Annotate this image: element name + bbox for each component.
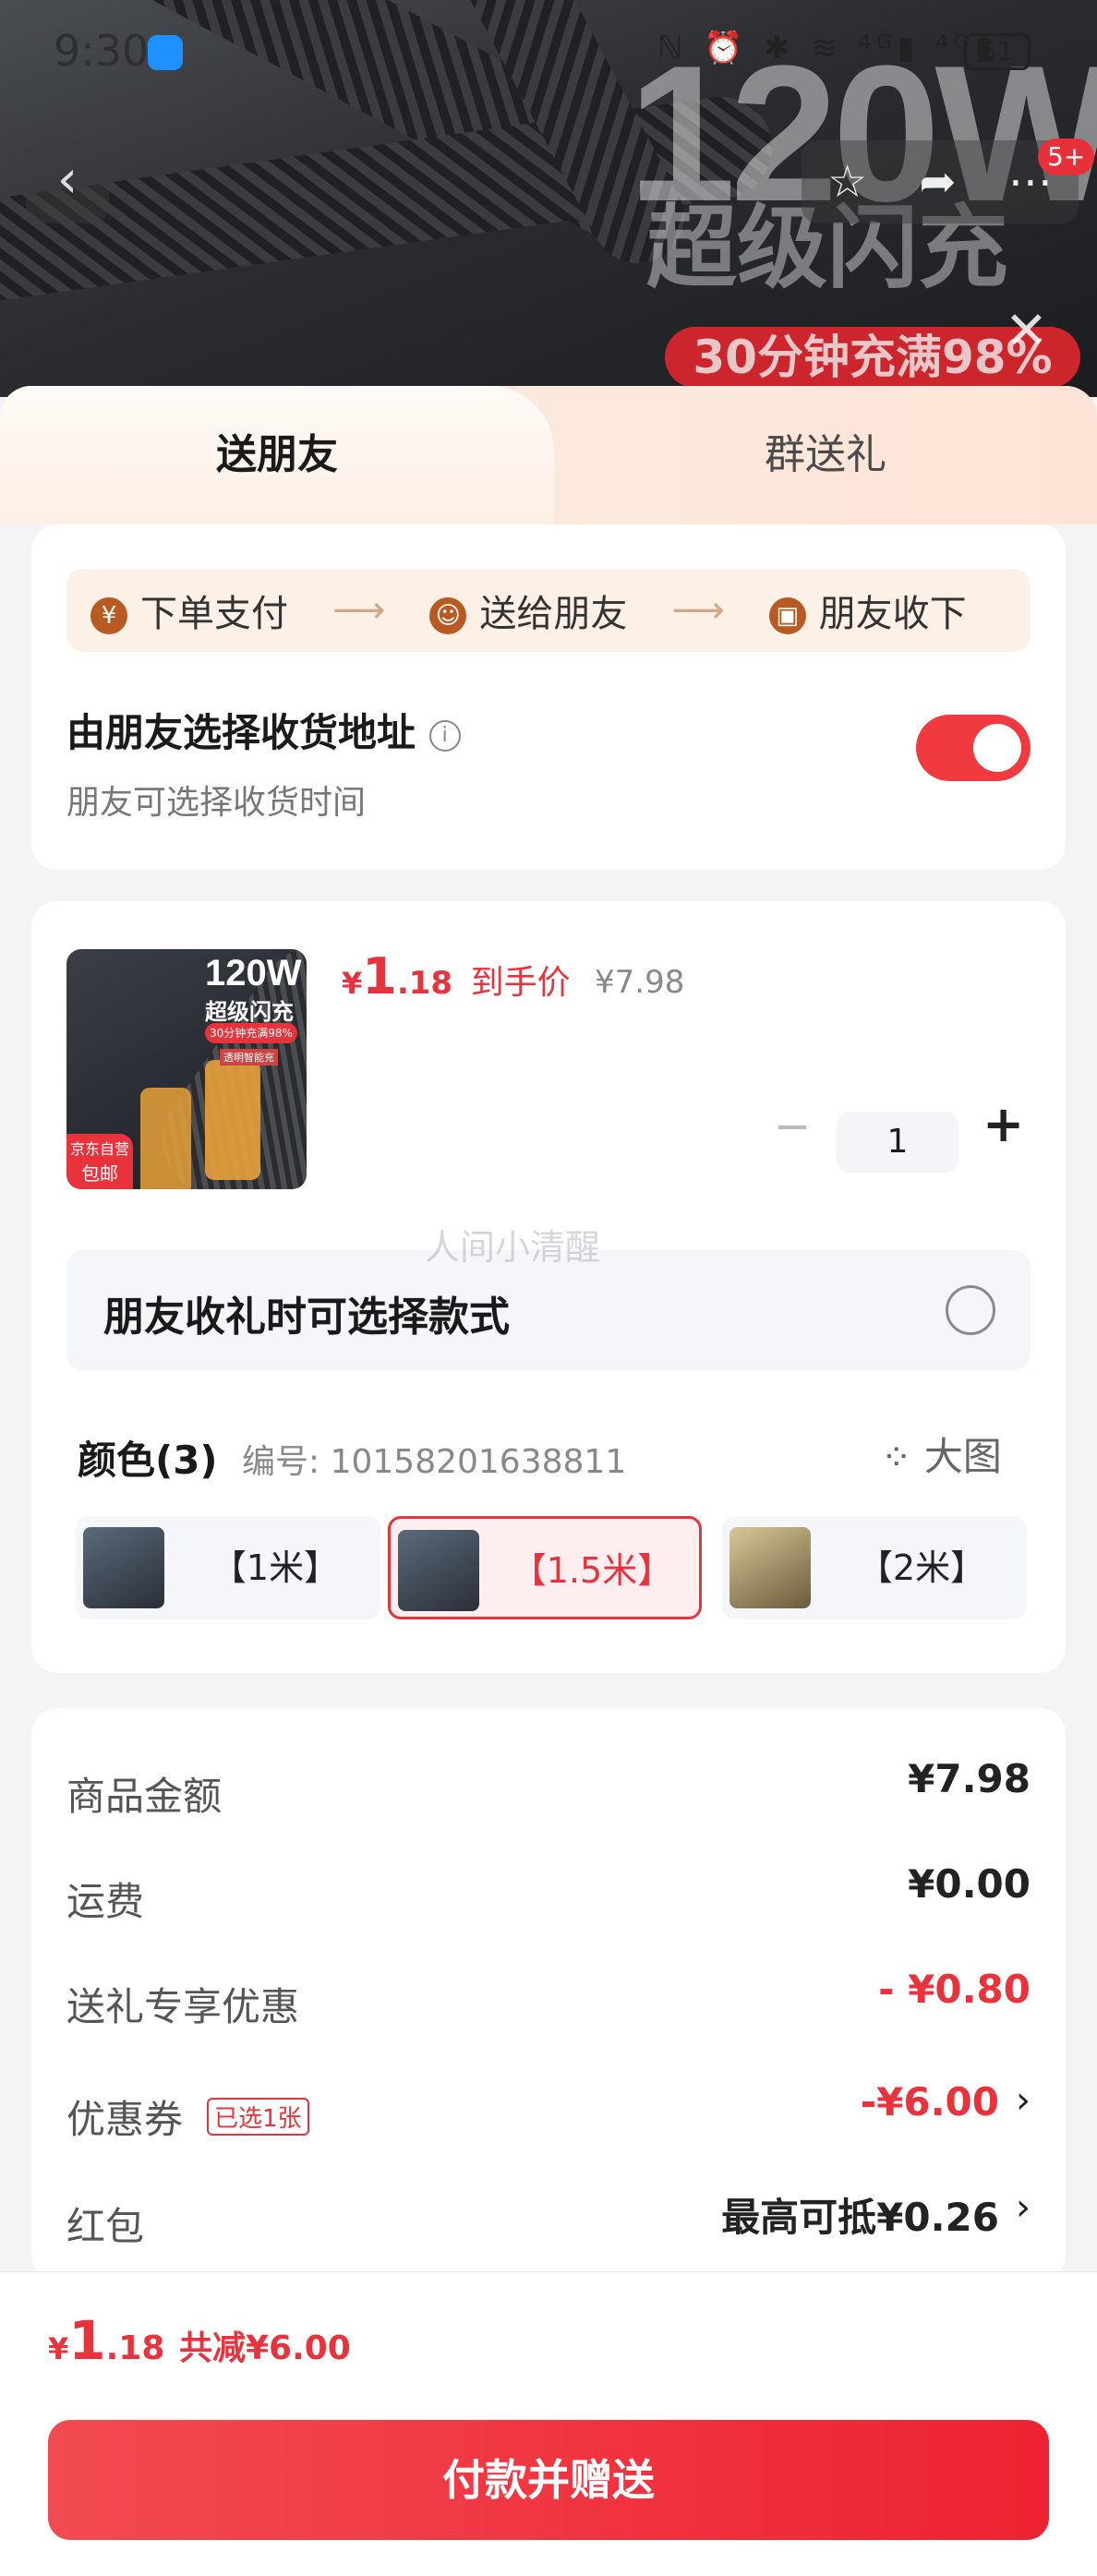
gift-icon: ▣ (768, 597, 806, 634)
chevron-right-icon: › (1016, 2186, 1031, 2229)
info-icon[interactable]: i (428, 719, 461, 752)
chevron-left-icon: ‹ (56, 150, 78, 210)
total-price: ¥1.18 共减¥6.00 (48, 2309, 351, 2372)
plus-button[interactable]: + (982, 1095, 1024, 1153)
back-button[interactable]: ‹ (26, 140, 109, 223)
pay-and-gift-button[interactable]: 付款并赠送 (48, 2420, 1049, 2540)
image-pill: 30分钟充满98% (205, 1023, 297, 1043)
battery-icon: 51 (964, 33, 1031, 70)
status-bar: 9:30 ℕ ⏰ ✱ ≋ ⁴ᴳ▮ ⁴ᴳ▮ 51 (0, 0, 1097, 102)
big-image-toggle[interactable]: ⁘ 大图 (881, 1426, 1002, 1482)
notification-badge: 5+ (1038, 138, 1095, 175)
step-pay: ¥ 下单支付 (90, 584, 288, 637)
image-subtitle: 超级闪充 (205, 999, 294, 1025)
image-tag: 透明智能充 (220, 1049, 278, 1065)
jd-badge: 京东自营 包邮 (66, 1134, 133, 1189)
top-actions: ☆ ➦ ⋯ (802, 140, 1079, 223)
tab-send-friend[interactable]: 送朋友 (0, 386, 554, 524)
total-discount: 共减¥6.00 (178, 2329, 351, 2367)
tab-group-gift[interactable]: 群送礼 (554, 386, 1097, 524)
gift-sheet: 送朋友 群送礼 ¥ 下单支付 ⟶ ☺ 送给朋友 ⟶ ▣ 朋友收下 由朋友选择收货地址 … (0, 386, 1097, 2576)
gift-steps: ¥ 下单支付 ⟶ ☺ 送给朋友 ⟶ ▣ 朋友收下 (66, 569, 1031, 652)
product-card: 120W 超级闪充 30分钟充满98% 透明智能充 京东自营 包邮 ¥1.18 到… (31, 901, 1066, 1673)
address-subtitle: 朋友可选择收货时间 (66, 784, 367, 822)
share-icon[interactable]: ➦ (919, 156, 956, 208)
message-icon (148, 35, 183, 70)
step-receive: ▣ 朋友收下 (768, 584, 967, 637)
arrow-right-icon: ⟶ (332, 589, 386, 632)
watermark: 人间小清醒 (425, 1227, 601, 1268)
minus-button[interactable]: − (774, 1101, 811, 1152)
step-send: ☺ 送给朋友 (429, 584, 627, 637)
yuan-icon: ¥ (90, 597, 127, 634)
goods-amount-row: 商品金额 ¥7.98 (66, 1756, 1031, 1819)
coupon-tag: 已选1张 (207, 2098, 309, 2136)
address-toggle[interactable] (916, 715, 1031, 781)
color-chip-selected[interactable]: 【1.5米】 (388, 1516, 702, 1619)
summary-card: 商品金额 ¥7.98 运费 ¥0.00 送礼专享优惠 - ¥0.80 优惠券 已选1张… (31, 1708, 1066, 2281)
gift-discount-row: 送礼专享优惠 - ¥0.80 (66, 1967, 1031, 2029)
quantity-input[interactable]: 1 (837, 1112, 958, 1173)
chip-thumbnail (398, 1530, 479, 1611)
close-icon[interactable]: ✕ (1005, 301, 1048, 361)
chip-thumbnail (83, 1527, 164, 1608)
address-card: ¥ 下单支付 ⟶ ☺ 送给朋友 ⟶ ▣ 朋友收下 由朋友选择收货地址 i 朋友可选择收… (31, 524, 1066, 870)
chevron-right-icon: › (1016, 2079, 1031, 2122)
original-price: ¥7.98 (595, 964, 685, 1001)
color-chip[interactable]: 【1米】 (76, 1516, 380, 1619)
coupon-row[interactable]: 优惠券 已选1张 -¥6.00 › (66, 2079, 1031, 2144)
color-title: 颜色(3) (78, 1438, 218, 1483)
radio-button[interactable] (946, 1285, 995, 1335)
grid-icon: ⁘ (881, 1437, 912, 1479)
sku-code: 编号: 10158201638811 (242, 1443, 627, 1481)
shipping-row: 运费 ¥0.00 (66, 1861, 1031, 1924)
status-time: 9:30 (54, 26, 150, 76)
product-image: 120W 超级闪充 30分钟充满98% 透明智能充 京东自营 包邮 (66, 949, 307, 1189)
red-packet-row[interactable]: 红包 最高可抵¥0.26 › (66, 2186, 1031, 2251)
chip-thumbnail (729, 1527, 811, 1608)
image-title: 120W (205, 953, 302, 993)
wechat-icon: ☺ (429, 597, 467, 634)
price-label: 到手价 (470, 964, 571, 1002)
address-title: 由朋友选择收货地址 i (66, 702, 461, 758)
style-select-label: 朋友收礼时可选择款式 (103, 1294, 510, 1341)
status-icons: ℕ ⏰ ✱ ≋ ⁴ᴳ▮ ⁴ᴳ▮ (657, 30, 998, 66)
bottom-bar: ¥1.18 共减¥6.00 付款并赠送 (0, 2271, 1097, 2576)
arrow-right-icon: ⟶ (671, 589, 725, 632)
tab-bar: 送朋友 群送礼 (0, 386, 1097, 524)
star-icon[interactable]: ☆ (827, 156, 867, 208)
color-chip[interactable]: 【2米】 (722, 1516, 1027, 1619)
price: ¥1.18 到手价 (342, 947, 571, 1005)
